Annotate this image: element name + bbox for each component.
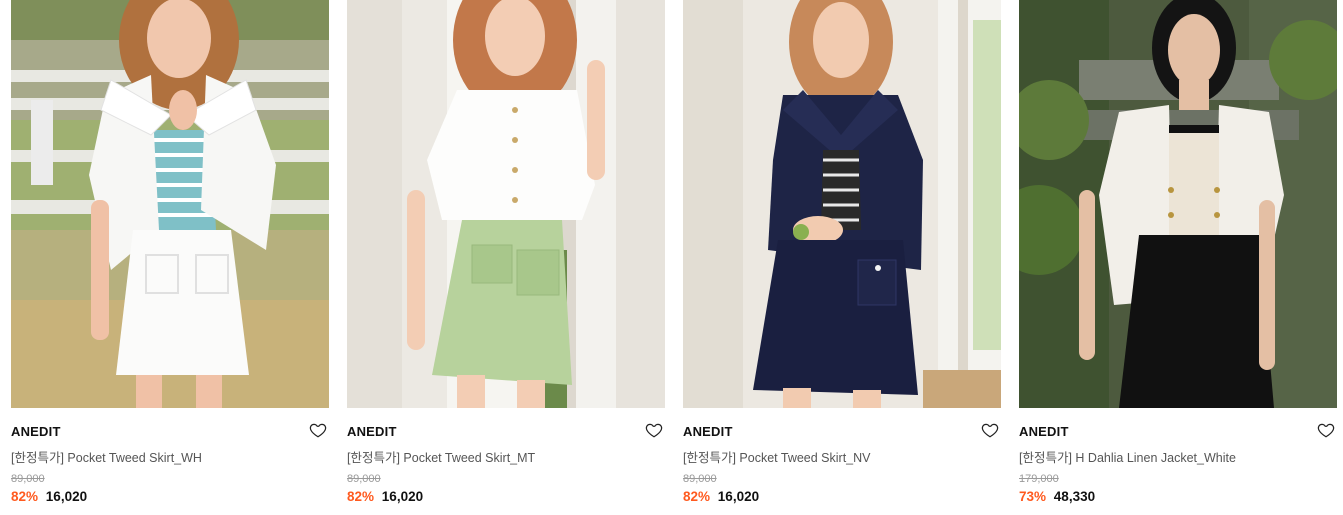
product-name[interactable]: [한정특가] Pocket Tweed Skirt_WH	[11, 447, 202, 466]
product-photo-graphic	[683, 0, 1001, 408]
sale-price-row: 73% 48,330	[1019, 489, 1095, 504]
product-photo-graphic	[11, 0, 329, 408]
product-photo-graphic	[1019, 0, 1337, 408]
discount-rate: 82%	[347, 489, 375, 504]
brand-name[interactable]: ANEDIT	[1019, 424, 1069, 439]
product-name[interactable]: [한정특가] Pocket Tweed Skirt_MT	[347, 447, 535, 466]
brand-name[interactable]: ANEDIT	[11, 424, 61, 439]
sale-price: 16,020	[381, 489, 424, 504]
wishlist-heart-icon[interactable]	[1317, 421, 1335, 439]
sale-price-row: 82% 16,020	[11, 489, 87, 504]
product-card[interactable]: ANEDIT [한정특가] Pocket Tweed Skirt_WH 89,0…	[11, 0, 329, 515]
sale-price-row: 82% 16,020	[347, 489, 423, 504]
product-card[interactable]: ANEDIT [한정특가] Pocket Tweed Skirt_MT 89,0…	[347, 0, 665, 515]
discount-rate: 73%	[1019, 489, 1047, 504]
sale-price-row: 82% 16,020	[683, 489, 759, 504]
sale-price: 16,020	[45, 489, 88, 504]
discount-rate: 82%	[683, 489, 711, 504]
product-image[interactable]	[347, 0, 665, 408]
product-photo-graphic	[347, 0, 665, 408]
wishlist-heart-icon[interactable]	[981, 421, 999, 439]
original-price: 89,000	[11, 473, 45, 485]
product-card[interactable]: ANEDIT [한정특가] Pocket Tweed Skirt_NV 89,0…	[683, 0, 1001, 515]
product-image[interactable]	[1019, 0, 1337, 408]
product-image[interactable]	[683, 0, 1001, 408]
product-name[interactable]: [한정특가] Pocket Tweed Skirt_NV	[683, 447, 871, 466]
wishlist-heart-icon[interactable]	[645, 421, 663, 439]
brand-name[interactable]: ANEDIT	[347, 424, 397, 439]
original-price: 89,000	[347, 473, 381, 485]
discount-rate: 82%	[11, 489, 39, 504]
sale-price: 16,020	[717, 489, 760, 504]
wishlist-heart-icon[interactable]	[309, 421, 327, 439]
sale-price: 48,330	[1053, 489, 1096, 504]
original-price: 179,000	[1019, 473, 1059, 485]
original-price: 89,000	[683, 473, 717, 485]
product-card[interactable]: ANEDIT [한정특가] H Dahlia Linen Jacket_Whit…	[1019, 0, 1337, 515]
brand-name[interactable]: ANEDIT	[683, 424, 733, 439]
product-name[interactable]: [한정특가] H Dahlia Linen Jacket_White	[1019, 447, 1236, 466]
product-image[interactable]	[11, 0, 329, 408]
